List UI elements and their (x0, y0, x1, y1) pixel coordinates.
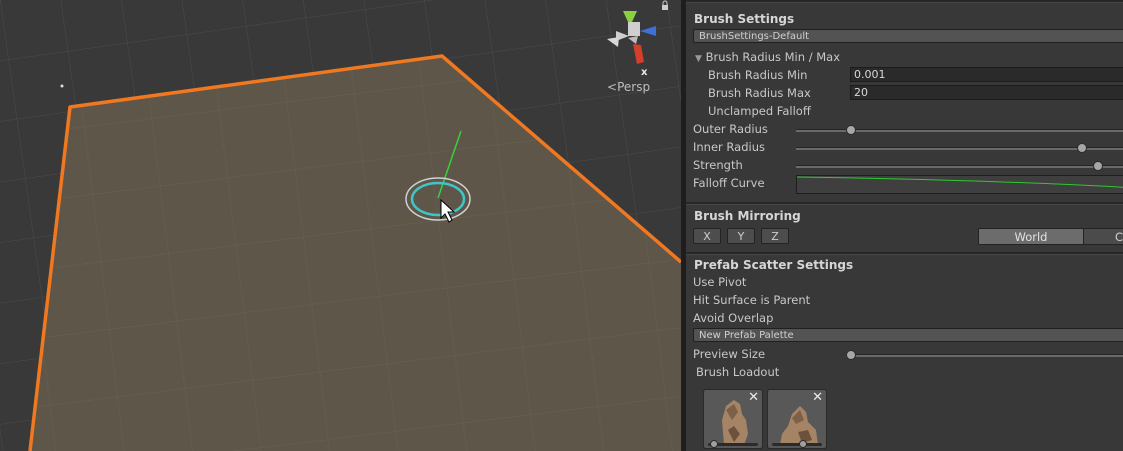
brush-mirroring-title: Brush Mirroring (694, 209, 801, 223)
hit-surface-label: Hit Surface is Parent (693, 293, 811, 307)
unclamped-falloff-label: Unclamped Falloff (708, 104, 811, 118)
radius-group-label: Brush Radius Min / Max (705, 50, 841, 64)
preview-size-slider-thumb[interactable] (846, 350, 856, 360)
loadout-weight-slider[interactable] (772, 440, 822, 448)
neg-y-cone-icon[interactable] (628, 36, 638, 44)
radius-max-field[interactable]: 20 (850, 85, 1123, 100)
gizmo-axis-label: x (641, 67, 648, 78)
falloff-curve-field[interactable] (796, 175, 1123, 194)
brush-loadout-label: Brush Loadout (696, 365, 780, 379)
mirror-z-button[interactable]: Z (761, 228, 789, 244)
scene-canvas[interactable] (0, 0, 681, 451)
falloff-curve-label: Falloff Curve (693, 176, 765, 190)
outer-radius-label: Outer Radius (693, 122, 768, 136)
foldout-arrow-icon: ▼ (695, 54, 702, 64)
perspective-icon: < (607, 80, 618, 94)
prefab-palette-dropdown[interactable]: New Prefab Palette (693, 328, 1123, 342)
projection-toggle[interactable]: <Persp (607, 80, 650, 94)
strength-slider[interactable] (796, 161, 1123, 171)
mirror-x-button[interactable]: X (693, 228, 721, 244)
neg-x-cone-icon[interactable] (607, 37, 619, 47)
lock-icon[interactable] (662, 0, 668, 10)
remove-loadout-icon[interactable]: ✕ (748, 390, 759, 405)
scene-point-marker (60, 84, 64, 88)
avoid-overlap-label: Avoid Overlap (693, 311, 774, 325)
inner-radius-label: Inner Radius (693, 140, 765, 154)
prefab-scatter-title: Prefab Scatter Settings (694, 258, 854, 272)
strength-slider-thumb[interactable] (1093, 161, 1103, 171)
section-separator (686, 202, 1123, 205)
radius-min-field[interactable]: 0.001 (850, 67, 1123, 82)
use-pivot-label: Use Pivot (693, 275, 747, 289)
loadout-prefab-tile[interactable]: ✕ (703, 389, 763, 449)
section-separator (686, 252, 1123, 255)
loadout-prefab-tile[interactable]: ✕ (767, 389, 827, 449)
brush-settings-preset-dropdown[interactable]: BrushSettings-Default (693, 29, 1123, 43)
inspector-panel: Brush Settings BrushSettings-Default ▼ B… (686, 0, 1123, 451)
y-axis-cone-icon[interactable] (623, 11, 637, 22)
radius-min-label: Brush Radius Min (708, 68, 808, 82)
outer-radius-slider[interactable] (796, 125, 1123, 135)
inner-radius-slider[interactable] (796, 143, 1123, 153)
falloff-curve-line (797, 176, 1123, 188)
section-separator (686, 0, 1123, 3)
strength-label: Strength (693, 158, 743, 172)
x-axis-cone-icon[interactable] (633, 44, 644, 64)
preview-size-slider[interactable] (846, 350, 1123, 360)
mirror-space-world-button[interactable]: World (978, 228, 1084, 245)
loadout-weight-slider[interactable] (708, 440, 758, 448)
mirror-space-other-button[interactable]: C (1083, 228, 1123, 245)
remove-loadout-icon[interactable]: ✕ (812, 390, 823, 405)
radius-max-label: Brush Radius Max (708, 86, 811, 100)
outer-radius-slider-thumb[interactable] (845, 125, 856, 135)
mirror-y-button[interactable]: Y (727, 228, 755, 244)
preview-size-label: Preview Size (693, 347, 766, 361)
gizmo-center-cube[interactable] (628, 22, 640, 36)
inner-radius-slider-thumb[interactable] (1076, 143, 1087, 153)
projection-label: Persp (617, 80, 651, 94)
z-axis-cone-icon[interactable] (640, 26, 656, 36)
radius-group-foldout[interactable]: ▼ Brush Radius Min / Max (695, 50, 840, 64)
scene-view[interactable]: x <Persp (0, 0, 681, 451)
brush-settings-title: Brush Settings (694, 12, 795, 26)
